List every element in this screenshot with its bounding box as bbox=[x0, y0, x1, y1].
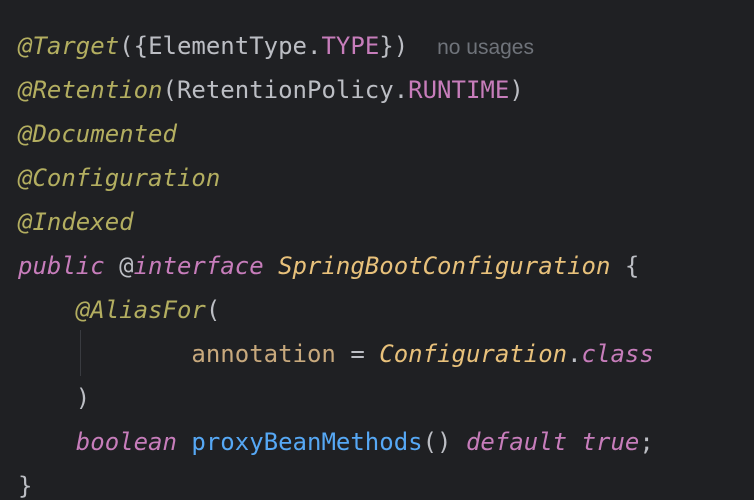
paren-open: ({ bbox=[119, 32, 149, 60]
paren-close: }) bbox=[379, 32, 409, 60]
parens: () bbox=[422, 428, 452, 456]
type-element-type: ElementType bbox=[148, 32, 308, 60]
method-proxy-bean-methods: proxyBeanMethods bbox=[191, 428, 423, 456]
code-line-7[interactable]: @AliasFor( bbox=[18, 288, 221, 332]
code-line-8[interactable]: annotation = Configuration.class bbox=[18, 332, 654, 376]
code-line-4[interactable]: @Configuration bbox=[18, 156, 220, 200]
code-line-1[interactable]: @Target({ElementType.TYPE}) no usages bbox=[18, 24, 534, 68]
code-line-2[interactable]: @Retention(RetentionPolicy.RUNTIME) bbox=[18, 68, 524, 112]
value-true: true bbox=[581, 428, 640, 456]
brace-open: { bbox=[624, 252, 640, 280]
annotation-documented: @Documented bbox=[18, 120, 177, 148]
type-boolean: boolean bbox=[75, 428, 177, 456]
attribute-annotation: annotation bbox=[191, 340, 336, 368]
keyword-public: public bbox=[18, 252, 105, 280]
constant-type: TYPE bbox=[321, 32, 380, 60]
semicolon: ; bbox=[639, 428, 654, 456]
dot: . bbox=[307, 32, 322, 60]
keyword-interface: interface bbox=[133, 252, 264, 280]
keyword-class: class bbox=[581, 340, 654, 368]
annotation-target: @Target bbox=[18, 32, 120, 60]
code-line-3[interactable]: @Documented bbox=[18, 112, 177, 156]
paren-close: ) bbox=[509, 76, 524, 104]
dot: . bbox=[393, 76, 409, 104]
class-name: SpringBootConfiguration bbox=[278, 252, 611, 280]
code-line-11[interactable]: } bbox=[18, 464, 32, 500]
class-ref-configuration: Configuration bbox=[379, 340, 568, 368]
dot: . bbox=[567, 340, 582, 368]
at-sign: @ bbox=[119, 252, 134, 280]
annotation-indexed: @Indexed bbox=[18, 208, 134, 236]
paren-open: ( bbox=[162, 76, 177, 104]
code-line-10[interactable]: boolean proxyBeanMethods() default true; bbox=[18, 420, 654, 464]
annotation-configuration: @Configuration bbox=[18, 164, 221, 192]
constant-runtime: RUNTIME bbox=[408, 76, 510, 104]
inlay-hint-usages[interactable]: no usages bbox=[437, 36, 534, 59]
paren-close: ) bbox=[75, 384, 91, 412]
code-line-6[interactable]: public @interface SpringBootConfiguratio… bbox=[18, 244, 639, 288]
code-editor[interactable]: @Target({ElementType.TYPE}) no usages @R… bbox=[0, 0, 754, 500]
paren-open: ( bbox=[205, 296, 221, 324]
equals-sign: = bbox=[350, 340, 365, 368]
annotation-alias-for: @AliasFor bbox=[75, 296, 206, 324]
code-line-9[interactable]: ) bbox=[18, 376, 90, 420]
editor-gutter-edge bbox=[0, 0, 3, 500]
type-retention-policy: RetentionPolicy bbox=[176, 76, 394, 104]
code-line-5[interactable]: @Indexed bbox=[18, 200, 134, 244]
annotation-retention: @Retention bbox=[18, 76, 163, 104]
keyword-default: default bbox=[465, 428, 568, 456]
brace-close: } bbox=[18, 472, 33, 500]
